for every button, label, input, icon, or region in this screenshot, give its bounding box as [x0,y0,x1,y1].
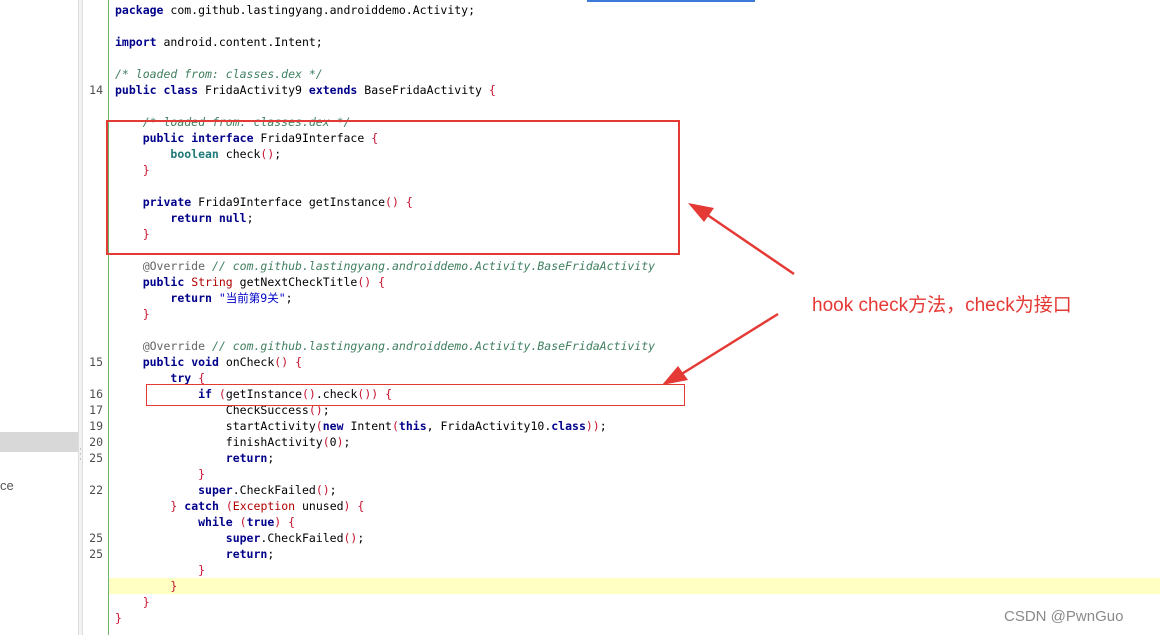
annotation-arrows [662,203,795,385]
arrow-to-check-call [679,312,779,377]
annotation-text: hook check方法，check为接口 [812,295,1072,316]
arrow-head-check-call [662,366,688,385]
arrow-head-interface [688,203,714,222]
arrow-to-interface [705,212,795,276]
watermark: CSDN @PwnGuo [1004,608,1124,625]
